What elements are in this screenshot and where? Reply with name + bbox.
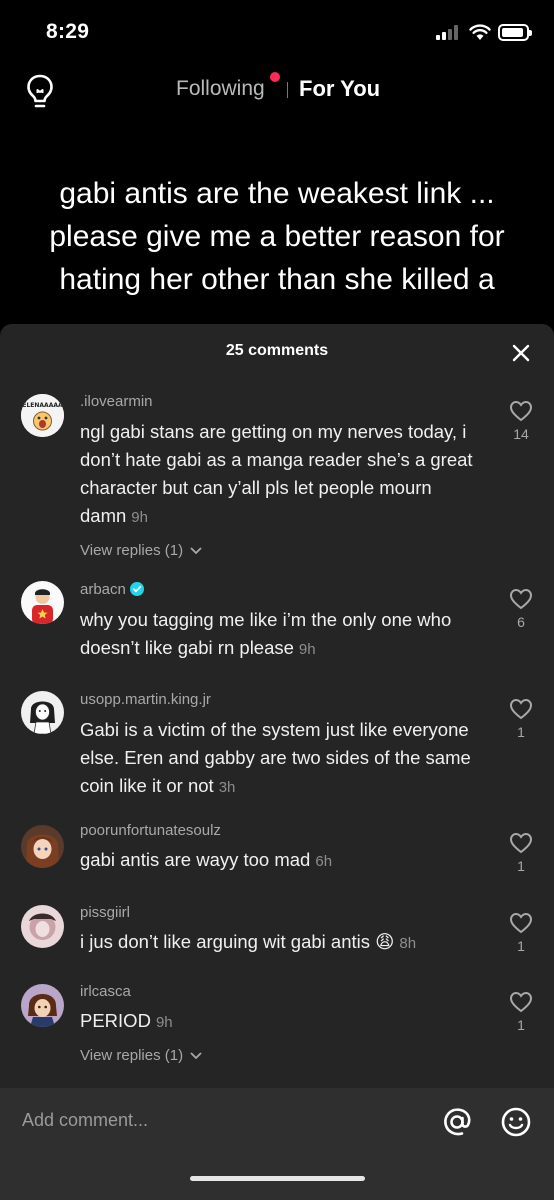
comment-item: irlcasca PERIOD 9h 1 View replies (1) bbox=[0, 983, 554, 1093]
comments-header: 25 comments bbox=[0, 324, 554, 380]
like-button[interactable]: 14 bbox=[507, 400, 535, 442]
comment-username[interactable]: arbacn bbox=[80, 581, 144, 598]
comment-username[interactable]: .ilovearmin bbox=[80, 393, 153, 410]
comment-time: 9h bbox=[155, 1014, 173, 1031]
comment-time: 6h bbox=[315, 853, 333, 870]
comment-body: gabi antis are wayy too mad bbox=[80, 849, 311, 870]
comment-time: 8h bbox=[399, 935, 417, 952]
heart-icon bbox=[509, 991, 533, 1013]
heart-icon bbox=[509, 698, 533, 720]
comment-body: i jus don’t like arguing wit gabi antis … bbox=[80, 931, 395, 952]
comment-body: PERIOD bbox=[80, 1010, 151, 1031]
like-button[interactable]: 1 bbox=[507, 832, 535, 874]
chevron-down-icon bbox=[190, 1052, 202, 1060]
comment-text: gabi antis are wayy too mad 6h bbox=[80, 846, 490, 876]
avatar[interactable]: ELENAAAAA bbox=[21, 394, 64, 437]
tab-divider bbox=[287, 82, 288, 98]
comment-item: ELENAAAAA .ilovearmin ngl gabi stans are… bbox=[0, 390, 554, 570]
heart-icon bbox=[509, 588, 533, 610]
like-count: 1 bbox=[517, 938, 525, 954]
comment-username[interactable]: pissgiirl bbox=[80, 904, 130, 921]
top-nav: Following For You bbox=[0, 66, 554, 112]
avatar-lettering: ELENAAAAA bbox=[22, 402, 63, 409]
like-button[interactable]: 6 bbox=[507, 588, 535, 630]
username-text: arbacn bbox=[80, 581, 126, 598]
tab-following[interactable]: Following bbox=[176, 77, 265, 101]
status-time: 8:29 bbox=[46, 20, 90, 43]
like-count: 6 bbox=[517, 614, 525, 630]
emoji-icon[interactable] bbox=[500, 1106, 532, 1138]
comments-sheet: 25 comments ELENAAAAA .ilovearmin ngl ga… bbox=[0, 324, 554, 1200]
avatar[interactable] bbox=[21, 905, 64, 948]
comment-body: why you tagging me like i’m the only one… bbox=[80, 609, 452, 658]
notification-dot bbox=[270, 72, 280, 82]
comment-text: why you tagging me like i’m the only one… bbox=[80, 606, 490, 664]
heart-icon bbox=[509, 912, 533, 934]
comment-text: i jus don’t like arguing wit gabi antis … bbox=[80, 928, 490, 958]
like-count: 1 bbox=[517, 1017, 525, 1033]
view-replies-button[interactable]: View replies (1) bbox=[80, 1047, 203, 1064]
comment-input[interactable]: Add comment... bbox=[22, 1110, 148, 1131]
battery-icon bbox=[498, 24, 532, 41]
chevron-down-icon bbox=[190, 547, 202, 555]
home-indicator[interactable] bbox=[190, 1176, 365, 1181]
video-caption-text: gabi antis are the weakest link ... plea… bbox=[49, 177, 505, 296]
view-replies-label: View replies (1) bbox=[80, 1047, 184, 1064]
comment-time: 9h bbox=[131, 509, 148, 526]
comment-item: usopp.martin.king.jr Gabi is a victim of… bbox=[0, 688, 554, 808]
like-button[interactable]: 1 bbox=[507, 698, 535, 740]
comment-username[interactable]: irlcasca bbox=[80, 983, 131, 1000]
comment-time: 3h bbox=[218, 779, 236, 796]
view-replies-label: View replies (1) bbox=[80, 542, 184, 559]
comment-body: Gabi is a victim of the system just like… bbox=[80, 719, 471, 796]
comment-time: 9h bbox=[298, 641, 316, 658]
comment-item: pissgiirl i jus don’t like arguing wit g… bbox=[0, 904, 554, 974]
wifi-icon bbox=[469, 24, 491, 40]
heart-icon bbox=[509, 832, 533, 854]
comment-text: Gabi is a victim of the system just like… bbox=[80, 716, 490, 802]
comment-username[interactable]: poorunfortunatesoulz bbox=[80, 822, 221, 839]
like-button[interactable]: 1 bbox=[507, 991, 535, 1033]
like-count: 14 bbox=[513, 426, 529, 442]
comment-text: PERIOD 9h bbox=[80, 1007, 490, 1037]
like-count: 1 bbox=[517, 858, 525, 874]
like-count: 1 bbox=[517, 724, 525, 740]
heart-icon bbox=[509, 400, 533, 422]
comment-count: 25 comments bbox=[225, 342, 329, 359]
avatar[interactable] bbox=[21, 691, 64, 734]
lightbulb-icon[interactable] bbox=[25, 73, 55, 111]
avatar[interactable] bbox=[21, 581, 64, 624]
cellular-signal-icon bbox=[436, 25, 462, 40]
verified-badge-icon bbox=[129, 582, 144, 596]
tab-for-you[interactable]: For You bbox=[299, 76, 380, 102]
battery-level bbox=[502, 28, 523, 37]
comment-item: arbacn why you tagging me like i’m the o… bbox=[0, 578, 554, 678]
comment-item: poorunfortunatesoulz gabi antis are wayy… bbox=[0, 822, 554, 892]
like-button[interactable]: 1 bbox=[507, 912, 535, 954]
comment-input-bar: Add comment... bbox=[0, 1088, 554, 1200]
comment-username[interactable]: usopp.martin.king.jr bbox=[80, 691, 211, 708]
comment-text: ngl gabi stans are getting on my nerves … bbox=[80, 418, 490, 532]
at-mention-icon[interactable] bbox=[441, 1106, 473, 1138]
status-bar: 8:29 bbox=[0, 0, 554, 60]
avatar[interactable] bbox=[21, 825, 64, 868]
view-replies-button[interactable]: View replies (1) bbox=[80, 542, 203, 559]
close-icon[interactable] bbox=[510, 342, 532, 364]
avatar[interactable] bbox=[21, 984, 64, 1027]
